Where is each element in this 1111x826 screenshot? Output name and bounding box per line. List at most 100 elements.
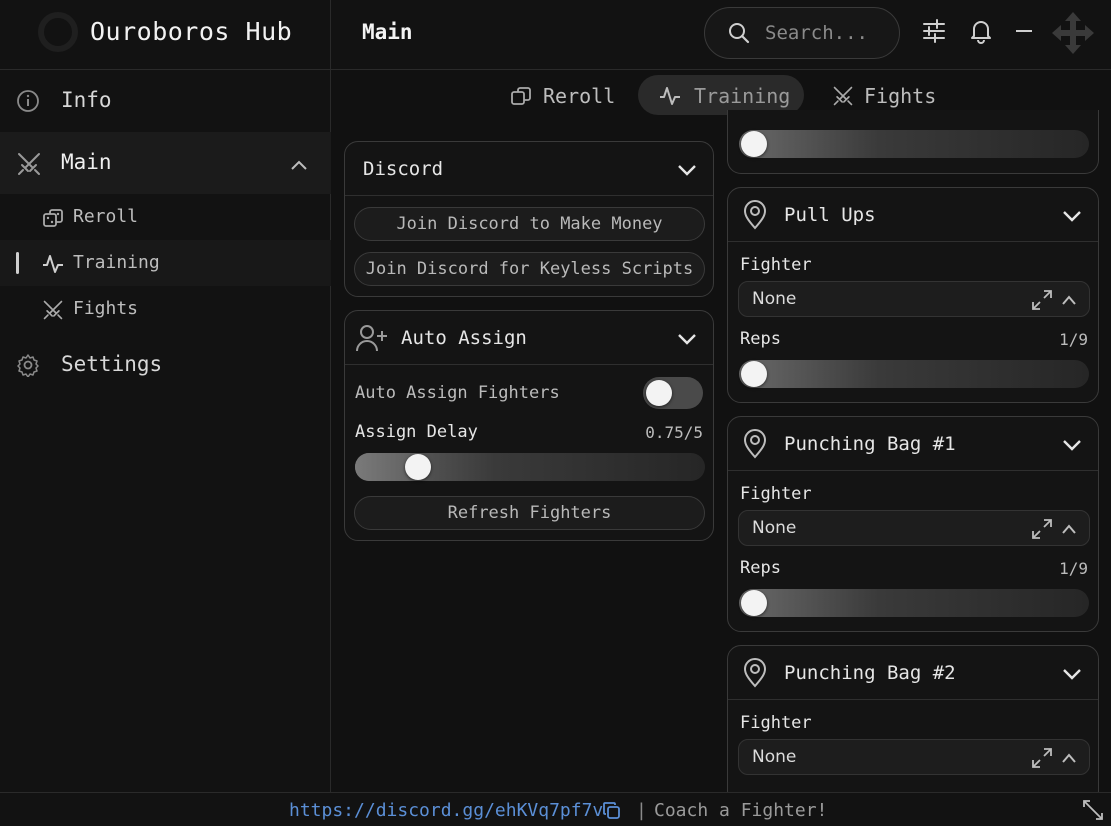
- minimize-icon[interactable]: [1015, 22, 1033, 44]
- reps-label: Reps: [740, 329, 781, 349]
- reps-slider[interactable]: [739, 589, 1089, 617]
- fighter-dropdown[interactable]: None: [738, 739, 1090, 775]
- chevron-up-icon[interactable]: [1061, 520, 1077, 539]
- sidebar-item-label: Main: [61, 150, 112, 174]
- expand-icon[interactable]: [1031, 747, 1053, 773]
- map-pin-icon: [741, 429, 769, 463]
- fighter-dropdown[interactable]: None: [738, 510, 1090, 546]
- info-icon: [16, 89, 40, 117]
- card-header[interactable]: Pull Ups: [728, 188, 1098, 242]
- training-card-punching-bag-1: Punching Bag #1 Fighter None Reps 1/9: [727, 416, 1099, 632]
- card-title: Punching Bag #1: [784, 433, 956, 455]
- sliders-icon[interactable]: [922, 18, 946, 48]
- footer-message: Coach a Fighter!: [654, 800, 828, 821]
- chevron-up-icon[interactable]: [1061, 749, 1077, 768]
- swords-icon: [42, 299, 64, 325]
- slider-knob[interactable]: [741, 361, 767, 387]
- toggle-knob: [646, 380, 672, 406]
- footer-separator: |: [636, 800, 647, 821]
- brand-area: Ouroboros Hub: [0, 0, 331, 70]
- gear-icon: [16, 353, 40, 381]
- tab-label: Reroll: [543, 84, 616, 108]
- user-plus-icon: [355, 323, 389, 357]
- refresh-fighters-button[interactable]: Refresh Fighters: [354, 496, 705, 530]
- tab-training[interactable]: Training: [638, 75, 804, 115]
- search-box[interactable]: [704, 7, 900, 59]
- resize-icon[interactable]: [1082, 799, 1104, 825]
- chevron-up-icon[interactable]: [1061, 291, 1077, 310]
- chevron-down-icon[interactable]: [677, 330, 697, 349]
- join-discord-money-button[interactable]: Join Discord to Make Money: [354, 207, 705, 241]
- assign-delay-label: Assign Delay: [355, 422, 478, 442]
- copy-icon[interactable]: [602, 801, 622, 825]
- reps-label: Reps: [740, 558, 781, 578]
- discord-invite-link[interactable]: https://discord.gg/ehKVq7pf7v: [289, 800, 603, 821]
- card-header[interactable]: Discord: [345, 142, 713, 196]
- sidebar-subitem-training[interactable]: Training: [0, 240, 331, 286]
- map-pin-icon: [741, 658, 769, 692]
- card-title: Discord: [363, 158, 444, 180]
- sidebar-item-settings[interactable]: Settings: [0, 334, 331, 396]
- reps-slider[interactable]: [739, 360, 1089, 388]
- sidebar-subitem-label: Training: [73, 252, 160, 273]
- fighter-value: None: [752, 747, 797, 767]
- fighter-label: Fighter: [740, 484, 812, 504]
- footer-bar: https://discord.gg/ehKVq7pf7v | Coach a …: [0, 792, 1111, 826]
- chevron-down-icon[interactable]: [1062, 207, 1082, 226]
- top-bar: Ouroboros Hub Main: [0, 0, 1111, 70]
- dice-icon: [510, 85, 532, 111]
- dice-icon: [42, 207, 64, 233]
- sidebar-item-main[interactable]: Main: [0, 132, 331, 194]
- swords-icon: [832, 85, 854, 111]
- bell-icon[interactable]: [970, 18, 992, 48]
- slider-knob[interactable]: [405, 454, 431, 480]
- sidebar-item-info[interactable]: Info: [0, 70, 331, 132]
- slider-knob[interactable]: [741, 590, 767, 616]
- page-title: Main: [362, 20, 413, 44]
- auto-assign-toggle[interactable]: [643, 377, 703, 409]
- reps-slider[interactable]: [739, 130, 1089, 158]
- sidebar: Info Main Reroll Training Fights Setting: [0, 70, 331, 792]
- card-title: Pull Ups: [784, 204, 876, 226]
- chevron-down-icon[interactable]: [1062, 665, 1082, 684]
- chevron-down-icon[interactable]: [677, 161, 697, 180]
- sidebar-subitem-label: Fights: [73, 298, 139, 319]
- assign-delay-value: 0.75/5: [645, 423, 703, 442]
- tab-reroll[interactable]: Reroll: [500, 75, 625, 115]
- tab-label: Training: [694, 84, 791, 108]
- sidebar-item-label: Info: [61, 88, 112, 112]
- fighter-label: Fighter: [740, 255, 812, 275]
- slider-knob[interactable]: [741, 131, 767, 157]
- fighter-dropdown[interactable]: None: [738, 281, 1090, 317]
- join-discord-scripts-button[interactable]: Join Discord for Keyless Scripts: [354, 252, 705, 286]
- training-card-partial: [727, 110, 1099, 174]
- fighter-label: Fighter: [740, 713, 812, 733]
- move-icon[interactable]: [1052, 12, 1094, 58]
- card-title: Auto Assign: [401, 327, 527, 349]
- card-header[interactable]: Punching Bag #1: [728, 417, 1098, 471]
- card-header[interactable]: Auto Assign: [345, 311, 713, 365]
- chevron-down-icon[interactable]: [1062, 436, 1082, 455]
- training-card-pull-ups: Pull Ups Fighter None Reps 1/9: [727, 187, 1099, 403]
- sidebar-subitem-label: Reroll: [73, 206, 139, 227]
- chevron-up-icon[interactable]: [290, 156, 308, 175]
- tab-fights[interactable]: Fights: [822, 75, 947, 115]
- auto-assign-label: Auto Assign Fighters: [355, 383, 560, 403]
- search-input[interactable]: [765, 20, 891, 46]
- search-icon: [727, 21, 751, 49]
- sidebar-subitem-reroll[interactable]: Reroll: [0, 194, 331, 240]
- tab-label: Fights: [864, 84, 937, 108]
- map-pin-icon: [741, 200, 769, 234]
- card-header[interactable]: Punching Bag #2: [728, 646, 1098, 700]
- activity-icon: [42, 253, 64, 279]
- training-card-punching-bag-2: Punching Bag #2 Fighter None: [727, 645, 1099, 805]
- assign-delay-slider[interactable]: [355, 453, 705, 481]
- fighter-value: None: [752, 518, 797, 538]
- activity-icon: [658, 85, 682, 111]
- expand-icon[interactable]: [1031, 289, 1053, 315]
- sidebar-subitem-fights[interactable]: Fights: [0, 286, 331, 332]
- discord-card: Discord Join Discord to Make Money Join …: [344, 141, 714, 297]
- active-indicator: [16, 252, 19, 274]
- expand-icon[interactable]: [1031, 518, 1053, 544]
- app-title: Ouroboros Hub: [90, 17, 293, 46]
